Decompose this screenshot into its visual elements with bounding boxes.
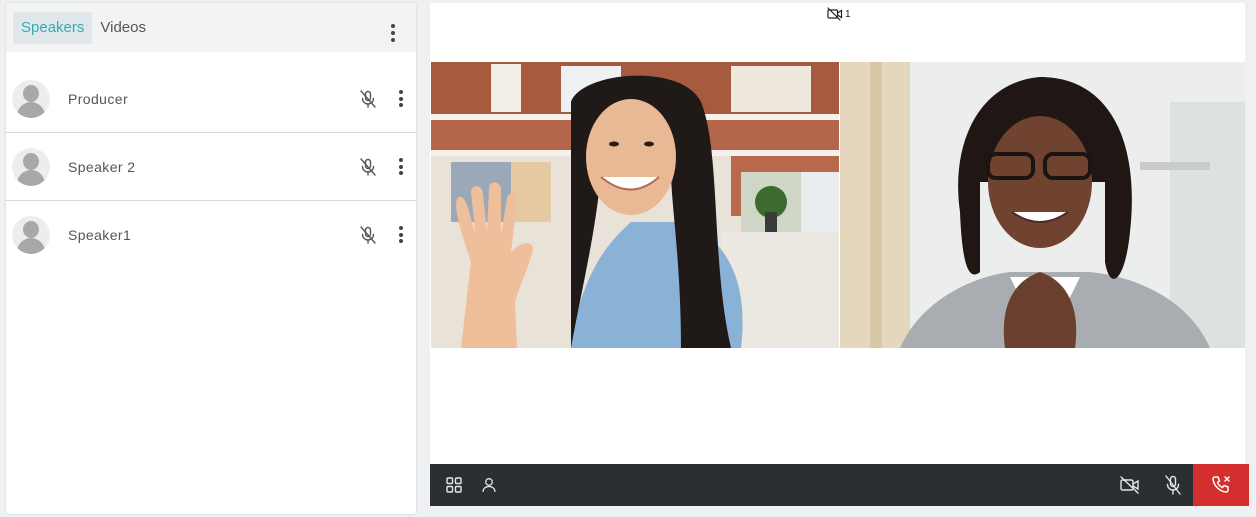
participant-video-2[interactable] (840, 62, 1245, 348)
control-bar (430, 464, 1249, 506)
mic-off-icon[interactable] (358, 157, 378, 177)
hangup-button[interactable] (1193, 464, 1249, 506)
speaker-name: Producer (68, 90, 129, 107)
video-off-icon (827, 7, 843, 21)
speaker-name: Speaker 2 (68, 158, 136, 175)
video-off-icon (1120, 476, 1139, 494)
speaker-menu-button[interactable] (396, 226, 406, 243)
camera-count: 1 (845, 8, 851, 20)
avatar (12, 216, 50, 254)
speaker-list: Producer Speaker 2 Speaker1 (6, 52, 416, 269)
grid-icon (446, 477, 462, 493)
panel-menu-button[interactable] (386, 24, 400, 42)
mic-off-icon[interactable] (358, 89, 378, 109)
speaker-row-speaker-2[interactable]: Speaker 2 (6, 133, 416, 201)
mic-off-icon[interactable] (358, 225, 378, 245)
layout-grid-button[interactable] (442, 473, 466, 497)
avatar (12, 79, 50, 118)
video-stage: 1 (430, 3, 1245, 464)
tab-videos[interactable]: Videos (92, 12, 154, 44)
speaker-name: Speaker1 (68, 227, 132, 243)
tab-speakers[interactable]: Speakers (13, 11, 93, 44)
avatar (12, 147, 50, 186)
camera-toggle-button[interactable] (1118, 473, 1142, 497)
speaker-row-producer[interactable]: Producer (6, 65, 416, 133)
camera-indicator: 1 (827, 7, 851, 21)
participant-video-1[interactable] (431, 62, 839, 348)
person-icon (482, 478, 496, 493)
speaker-menu-button[interactable] (396, 158, 406, 175)
phone-hangup-icon (1212, 476, 1230, 493)
mic-toggle-button[interactable] (1161, 473, 1185, 497)
speakers-panel: Speakers Videos Producer Speaker 2 Speak… (6, 3, 416, 514)
conference-app: Speakers Videos Producer Speaker 2 Speak… (0, 0, 1256, 517)
more-vertical-icon (391, 24, 395, 28)
mic-off-icon (1165, 475, 1181, 495)
speaker-menu-button[interactable] (396, 90, 406, 107)
speaker-row-speaker1[interactable]: Speaker1 (6, 201, 416, 269)
speaker-view-button[interactable] (477, 473, 501, 497)
panel-header: Speakers Videos (6, 3, 416, 52)
